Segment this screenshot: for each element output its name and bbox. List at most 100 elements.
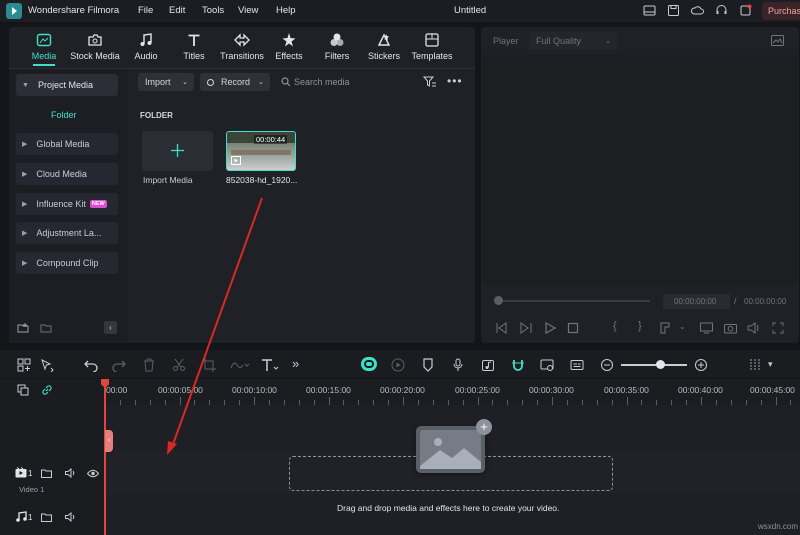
render-preview-icon[interactable]	[391, 358, 405, 372]
search-input[interactable]	[294, 74, 406, 90]
support-headset-icon[interactable]	[715, 4, 728, 17]
ruler-tick	[239, 400, 241, 405]
tab-filters[interactable]: Filters	[313, 32, 361, 64]
select-cursor-icon[interactable]	[40, 358, 54, 372]
sidebar-item-adjustment-layer[interactable]: ▶ Adjustment La...	[16, 222, 118, 244]
section-folder-label: FOLDER	[140, 111, 173, 120]
menu-view[interactable]: View	[238, 5, 258, 16]
quality-dropdown[interactable]: Full Quality ⌄	[529, 32, 617, 50]
ruler-tick	[641, 400, 643, 405]
track-mute-icon[interactable]	[65, 468, 76, 478]
delete-icon[interactable]	[142, 358, 156, 372]
text-tool-icon[interactable]	[261, 358, 279, 372]
marker-icon[interactable]	[659, 322, 671, 334]
display-icon[interactable]	[700, 322, 713, 334]
playhead-drag-tab[interactable]: ‹	[105, 430, 113, 452]
audio-curve-icon[interactable]	[230, 358, 250, 372]
track-folder-icon[interactable]	[41, 512, 52, 522]
purchase-button[interactable]: Purchas	[762, 2, 800, 20]
zoom-in-icon[interactable]	[694, 358, 708, 372]
chevron-right-icon: ▶	[22, 171, 28, 178]
tab-templates[interactable]: Templates	[408, 32, 456, 64]
tab-audio[interactable]: Audio	[122, 32, 170, 64]
next-frame-icon[interactable]	[520, 322, 532, 334]
menu-help[interactable]: Help	[276, 5, 296, 16]
record-dropdown[interactable]: Record ⌄	[200, 73, 270, 91]
save-icon[interactable]	[667, 4, 680, 17]
zoom-out-icon[interactable]	[600, 358, 614, 372]
drop-media-placeholder-icon	[416, 426, 485, 473]
volume-icon[interactable]	[747, 322, 760, 334]
track-folder-icon[interactable]	[41, 468, 52, 478]
clip-duration: 00:00:44	[254, 135, 288, 144]
layout-grid-icon[interactable]	[17, 358, 31, 372]
filter-sort-icon[interactable]	[423, 76, 436, 88]
tick-label: 00:00:30:00	[529, 385, 574, 395]
add-media-plus-icon[interactable]: +	[476, 419, 492, 435]
split-scissors-icon[interactable]	[172, 358, 186, 372]
tab-transitions[interactable]: Transitions	[218, 32, 266, 64]
mark-out-icon[interactable]: }	[638, 320, 642, 332]
tab-stock-media[interactable]: Stock Media	[70, 32, 120, 64]
crop-icon[interactable]	[202, 358, 216, 372]
add-track-icon[interactable]	[17, 384, 29, 396]
sidebar-item-global-media[interactable]: ▶ Global Media	[16, 133, 118, 155]
grid-layout-icon[interactable]	[748, 358, 762, 372]
more-tools-icon[interactable]: »	[292, 356, 299, 371]
track-mute-icon[interactable]	[65, 512, 76, 522]
collapse-sidebar-button[interactable]: ‹	[104, 321, 117, 334]
sidebar-item-influence-kit[interactable]: ▶ Influence Kit NEW	[16, 193, 118, 215]
chevron-down-icon[interactable]: ⌄	[679, 322, 686, 331]
ruler-tick	[179, 397, 181, 405]
zoom-slider-track[interactable]	[621, 364, 687, 366]
redo-icon[interactable]	[112, 358, 126, 372]
link-icon[interactable]	[41, 384, 53, 396]
snapshot-image-icon[interactable]	[771, 35, 784, 46]
notification-icon[interactable]	[739, 4, 752, 17]
sidebar-item-project-media[interactable]: ▼ Project Media	[16, 74, 118, 96]
cloud-upload-icon[interactable]	[691, 4, 704, 17]
play-icon[interactable]	[544, 322, 556, 334]
progress-knob[interactable]	[494, 296, 503, 305]
previous-frame-icon[interactable]	[496, 322, 508, 334]
sidebar-item-cloud-media[interactable]: ▶ Cloud Media	[16, 163, 118, 185]
progress-track[interactable]	[498, 300, 650, 302]
undo-icon[interactable]	[84, 358, 98, 372]
media-clip-thumbnail[interactable]: 00:00:44	[226, 131, 296, 171]
shield-marker-icon[interactable]	[421, 358, 435, 372]
ruler-tick	[790, 400, 792, 405]
menu-tools[interactable]: Tools	[202, 5, 224, 16]
picture-in-picture-icon[interactable]	[540, 358, 554, 372]
camera-snapshot-icon[interactable]	[724, 322, 737, 334]
tab-titles[interactable]: Titles	[170, 32, 218, 64]
microphone-icon[interactable]	[451, 358, 465, 372]
playhead[interactable]	[104, 379, 106, 535]
current-time-box[interactable]: 00:00:00:00	[663, 294, 730, 309]
chevron-down-icon[interactable]: ▾	[768, 359, 773, 370]
fullscreen-icon[interactable]	[772, 322, 784, 334]
sidebar-item-compound-clip[interactable]: ▶ Compound Clip	[16, 252, 118, 274]
folder-icon[interactable]	[40, 322, 52, 334]
menu-edit[interactable]: Edit	[169, 5, 185, 16]
import-media-tile[interactable]	[142, 131, 213, 171]
chevron-down-icon: ▼	[22, 81, 29, 89]
snap-magnet-icon[interactable]	[511, 358, 525, 372]
ruler-tick	[745, 400, 747, 405]
more-options-icon[interactable]: •••	[447, 74, 463, 88]
layout-icon[interactable]	[643, 4, 656, 17]
sidebar-item-folder[interactable]: Folder	[51, 110, 77, 120]
tab-stickers[interactable]: Stickers	[360, 32, 408, 64]
track-visibility-eye-icon[interactable]	[87, 469, 99, 478]
subtitle-icon[interactable]	[570, 358, 584, 372]
zoom-slider-knob[interactable]	[656, 360, 665, 369]
menu-file[interactable]: File	[138, 5, 153, 16]
stop-icon[interactable]	[567, 322, 579, 334]
new-folder-icon[interactable]	[17, 322, 29, 334]
ruler-tick	[566, 400, 568, 405]
music-note-icon[interactable]	[481, 358, 495, 372]
import-dropdown[interactable]: Import ⌄	[138, 73, 194, 91]
tab-media[interactable]: Media	[20, 32, 68, 64]
tab-effects[interactable]: Effects	[265, 32, 313, 64]
auto-enhance-button[interactable]	[361, 357, 377, 371]
mark-in-icon[interactable]: {	[613, 320, 617, 332]
